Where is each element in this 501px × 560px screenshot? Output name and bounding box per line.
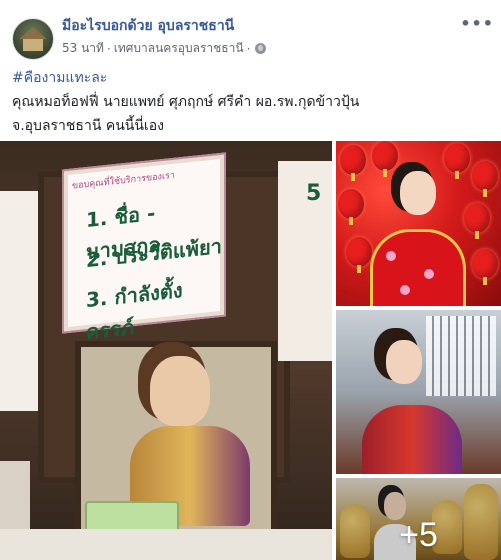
red-dress [370, 229, 466, 306]
meta-separator-2: · [246, 41, 251, 56]
dress-flower [424, 269, 434, 279]
post-text-line-1: คุณหมอท็อฟฟี่ นายแพทย์ ศุภฤกษ์ ศรีคำ ผอ.… [12, 94, 360, 110]
post-location[interactable]: เทศบาลนครอุบลราชธานี [114, 39, 244, 58]
more-photos-overlay[interactable]: +5 [336, 478, 501, 560]
photo-main[interactable]: ขอบคุณที่ใช้บริการของเรา 1. ชื่อ - นามสก… [0, 141, 332, 560]
lantern [464, 203, 490, 239]
photo-side-1[interactable] [336, 141, 501, 306]
post-text: #คืองามแทะละ คุณหมอท็อฟฟี่ นายแพทย์ ศุภฤ… [12, 66, 492, 138]
lantern [340, 145, 366, 181]
lantern [472, 161, 498, 197]
lantern [444, 143, 470, 179]
page-name-link[interactable]: มีอะไรบอกด้วย อุบลราชธานี [62, 15, 234, 37]
dress-flower [400, 285, 410, 295]
photo-side-2[interactable] [336, 310, 501, 474]
person-head [150, 356, 210, 426]
post-header: มีอะไรบอกด้วย อุบลราชธานี 53 นาที · เทศบ… [12, 12, 494, 60]
photo-grid: ขอบคุณที่ใช้บริการของเรา 1. ชื่อ - นามสก… [0, 141, 501, 560]
right-sign-number: 5 [306, 181, 322, 206]
more-options-icon[interactable]: ••• [460, 14, 494, 33]
more-photos-count[interactable]: +5 [336, 516, 501, 555]
globe-icon[interactable] [255, 43, 267, 54]
post-time[interactable]: 53 นาที [62, 39, 104, 58]
right-sign: 5 [278, 161, 332, 361]
pharmacy-sign: ขอบคุณที่ใช้บริการของเรา 1. ชื่อ - นามสก… [62, 152, 226, 344]
hashtag-link[interactable]: #คืองามแทะละ [12, 66, 492, 90]
post-text-line-2: จ.อุบลราชธานี คนนี้นี่เอง [12, 118, 164, 134]
lantern [372, 141, 398, 177]
page-avatar[interactable] [12, 18, 54, 60]
person-face [400, 171, 436, 215]
post-meta: 53 นาที · เทศบาลนครอุบลราชธานี · [62, 39, 267, 58]
window-grille [426, 316, 496, 396]
meta-separator: · [106, 41, 111, 56]
avatar-roof [19, 27, 47, 39]
sign-header: ขอบคุณที่ใช้บริการของเรา [72, 170, 175, 192]
lantern [346, 237, 372, 273]
counter [0, 529, 332, 560]
avatar-wall [23, 39, 43, 51]
lantern [472, 249, 498, 285]
person-face [386, 340, 422, 384]
dress-flower [386, 251, 396, 261]
lantern [338, 189, 364, 225]
costume-body [362, 405, 462, 474]
